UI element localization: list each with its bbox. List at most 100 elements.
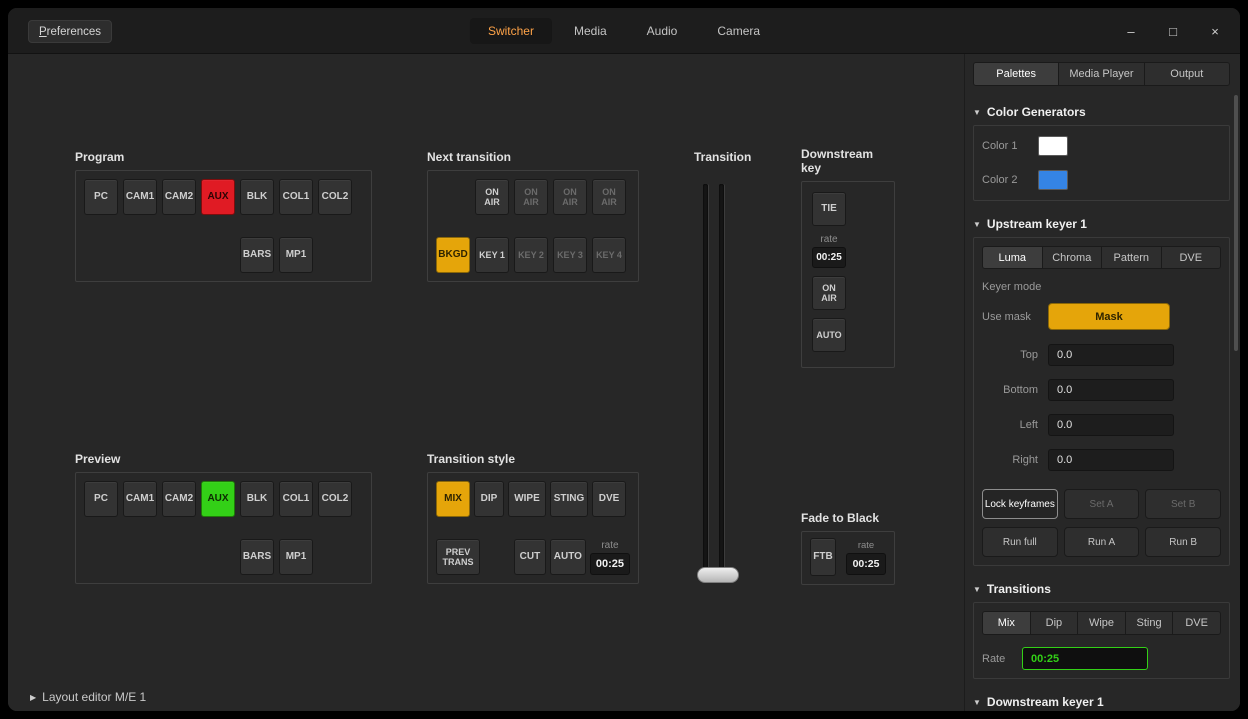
transitions-style-tabs: Mix Dip Wipe Sting DVE bbox=[982, 611, 1221, 635]
sidebar: Palettes Media Player Output ▼ Color Gen… bbox=[964, 54, 1240, 711]
transition-rate-value[interactable]: 00:25 bbox=[590, 553, 630, 575]
mask-right-input[interactable]: 0.0 bbox=[1048, 449, 1174, 471]
upstream-keyer-header[interactable]: ▼ Upstream keyer 1 bbox=[973, 217, 1230, 231]
minimize-icon[interactable]: – bbox=[1122, 24, 1140, 39]
key1-onair-button[interactable]: ON AIR bbox=[475, 179, 509, 215]
preview-source-cam1[interactable]: CAM1 bbox=[123, 481, 157, 517]
color2-swatch[interactable] bbox=[1038, 170, 1068, 190]
bkgd-button[interactable]: BKGD bbox=[436, 237, 470, 273]
tab-media-player[interactable]: Media Player bbox=[1058, 62, 1144, 86]
color1-swatch[interactable] bbox=[1038, 136, 1068, 156]
ftb-rate-value[interactable]: 00:25 bbox=[846, 553, 886, 575]
tab-output[interactable]: Output bbox=[1144, 62, 1230, 86]
set-b-button[interactable]: Set B bbox=[1145, 489, 1221, 519]
cut-button[interactable]: CUT bbox=[514, 539, 546, 575]
transitions-sting-button[interactable]: Sting bbox=[1125, 611, 1174, 635]
layout-editor-label: Layout editor M/E 1 bbox=[42, 690, 146, 704]
key1-button[interactable]: KEY 1 bbox=[475, 237, 509, 273]
transitions-wipe-button[interactable]: Wipe bbox=[1077, 611, 1126, 635]
transitions-dip-button[interactable]: Dip bbox=[1030, 611, 1079, 635]
mask-top-input[interactable]: 0.0 bbox=[1048, 344, 1174, 366]
keyer-tab-dve[interactable]: DVE bbox=[1161, 246, 1222, 269]
transitions-rate-input[interactable]: 00:25 bbox=[1022, 647, 1148, 670]
dsk-onair-button[interactable]: ON AIR bbox=[812, 276, 846, 310]
dsk-auto-button[interactable]: AUTO bbox=[812, 318, 846, 352]
key2-button[interactable]: KEY 2 bbox=[514, 237, 548, 273]
preview-source-col2[interactable]: COL2 bbox=[318, 481, 352, 517]
mask-bottom-input[interactable]: 0.0 bbox=[1048, 379, 1174, 401]
preview-source-pc[interactable]: PC bbox=[84, 481, 118, 517]
preview-source-mp1[interactable]: MP1 bbox=[279, 539, 313, 575]
style-wipe-button[interactable]: WIPE bbox=[508, 481, 546, 517]
program-source-pc[interactable]: PC bbox=[84, 179, 118, 215]
tab-audio[interactable]: Audio bbox=[629, 18, 696, 44]
key3-button[interactable]: KEY 3 bbox=[553, 237, 587, 273]
program-source-aux[interactable]: AUX bbox=[201, 179, 235, 215]
style-sting-button[interactable]: STING bbox=[550, 481, 588, 517]
keyer-tab-chroma[interactable]: Chroma bbox=[1042, 246, 1103, 269]
preview-source-aux[interactable]: AUX bbox=[201, 481, 235, 517]
style-mix-button[interactable]: MIX bbox=[436, 481, 470, 517]
keyer-tab-pattern[interactable]: Pattern bbox=[1101, 246, 1162, 269]
switcher-area: Program PC CAM1 CAM2 AUX BLK COL1 COL2 B… bbox=[8, 54, 964, 711]
key2-onair-button[interactable]: ON AIR bbox=[514, 179, 548, 215]
dsk-tie-button[interactable]: TIE bbox=[812, 192, 846, 226]
ftb-rate-label: rate bbox=[858, 540, 874, 551]
tab-palettes[interactable]: Palettes bbox=[973, 62, 1059, 86]
keyer-type-tabs: Luma Chroma Pattern DVE bbox=[982, 246, 1221, 269]
program-source-col1[interactable]: COL1 bbox=[279, 179, 313, 215]
preview-source-bars[interactable]: BARS bbox=[240, 539, 274, 575]
mask-left-input[interactable]: 0.0 bbox=[1048, 414, 1174, 436]
transitions-header[interactable]: ▼ Transitions bbox=[973, 582, 1230, 596]
program-source-bars[interactable]: BARS bbox=[240, 237, 274, 273]
program-source-col2[interactable]: COL2 bbox=[318, 179, 352, 215]
preferences-button[interactable]: Preferences bbox=[28, 20, 112, 43]
key3-onair-button[interactable]: ON AIR bbox=[553, 179, 587, 215]
style-dip-button[interactable]: DIP bbox=[474, 481, 504, 517]
preview-source-cam2[interactable]: CAM2 bbox=[162, 481, 196, 517]
transitions-dve-button[interactable]: DVE bbox=[1172, 611, 1221, 635]
program-source-mp1[interactable]: MP1 bbox=[279, 237, 313, 273]
ftb-button[interactable]: FTB bbox=[810, 538, 836, 576]
tab-camera[interactable]: Camera bbox=[699, 18, 778, 44]
run-full-button[interactable]: Run full bbox=[982, 527, 1058, 557]
program-panel: Program PC CAM1 CAM2 AUX BLK COL1 COL2 B… bbox=[75, 150, 372, 282]
preview-source-blk[interactable]: BLK bbox=[240, 481, 274, 517]
dsk-rate-value[interactable]: 00:25 bbox=[812, 247, 846, 268]
downstream-keyer-header[interactable]: ▼ Downstream keyer 1 bbox=[973, 695, 1230, 709]
mask-top-row: Top 0.0 bbox=[982, 344, 1221, 366]
mask-toggle-button[interactable]: Mask bbox=[1048, 303, 1170, 330]
content: Program PC CAM1 CAM2 AUX BLK COL1 COL2 B… bbox=[8, 54, 1240, 711]
run-b-button[interactable]: Run B bbox=[1145, 527, 1221, 557]
next-transition-box: ON AIR ON AIR ON AIR ON AIR BKGD KEY 1 K… bbox=[427, 170, 639, 282]
set-a-button[interactable]: Set A bbox=[1064, 489, 1140, 519]
fader-handle[interactable] bbox=[697, 567, 739, 583]
lock-keyframes-button[interactable]: Lock keyframes bbox=[982, 489, 1058, 519]
downstream-key-title: Downstream key bbox=[801, 147, 895, 175]
tab-media[interactable]: Media bbox=[556, 18, 625, 44]
color1-label: Color 1 bbox=[982, 140, 1038, 152]
close-icon[interactable]: × bbox=[1206, 24, 1224, 39]
color-generators-header[interactable]: ▼ Color Generators bbox=[973, 105, 1230, 119]
mask-right-row: Right 0.0 bbox=[982, 449, 1221, 471]
key4-button[interactable]: KEY 4 bbox=[592, 237, 626, 273]
transitions-mix-button[interactable]: Mix bbox=[982, 611, 1031, 635]
program-source-blk[interactable]: BLK bbox=[240, 179, 274, 215]
run-a-button[interactable]: Run A bbox=[1064, 527, 1140, 557]
prev-trans-button[interactable]: PREV TRANS bbox=[436, 539, 480, 575]
program-source-cam2[interactable]: CAM2 bbox=[162, 179, 196, 215]
fader-track-left bbox=[703, 184, 708, 576]
window-controls: – □ × bbox=[1122, 8, 1224, 54]
key4-onair-button[interactable]: ON AIR bbox=[592, 179, 626, 215]
program-source-cam1[interactable]: CAM1 bbox=[123, 179, 157, 215]
auto-button[interactable]: AUTO bbox=[550, 539, 586, 575]
layout-editor-expander[interactable]: ▶ Layout editor M/E 1 bbox=[30, 690, 146, 704]
tab-switcher[interactable]: Switcher bbox=[470, 18, 552, 44]
keyer-tab-luma[interactable]: Luma bbox=[982, 246, 1043, 269]
maximize-icon[interactable]: □ bbox=[1164, 24, 1182, 39]
sidebar-scrollbar[interactable] bbox=[1234, 95, 1238, 351]
downstream-key-panel: Downstream key TIE rate 00:25 ON AIR AUT… bbox=[801, 147, 895, 368]
style-dve-button[interactable]: DVE bbox=[592, 481, 626, 517]
expander-open-icon: ▼ bbox=[973, 220, 981, 229]
preview-source-col1[interactable]: COL1 bbox=[279, 481, 313, 517]
